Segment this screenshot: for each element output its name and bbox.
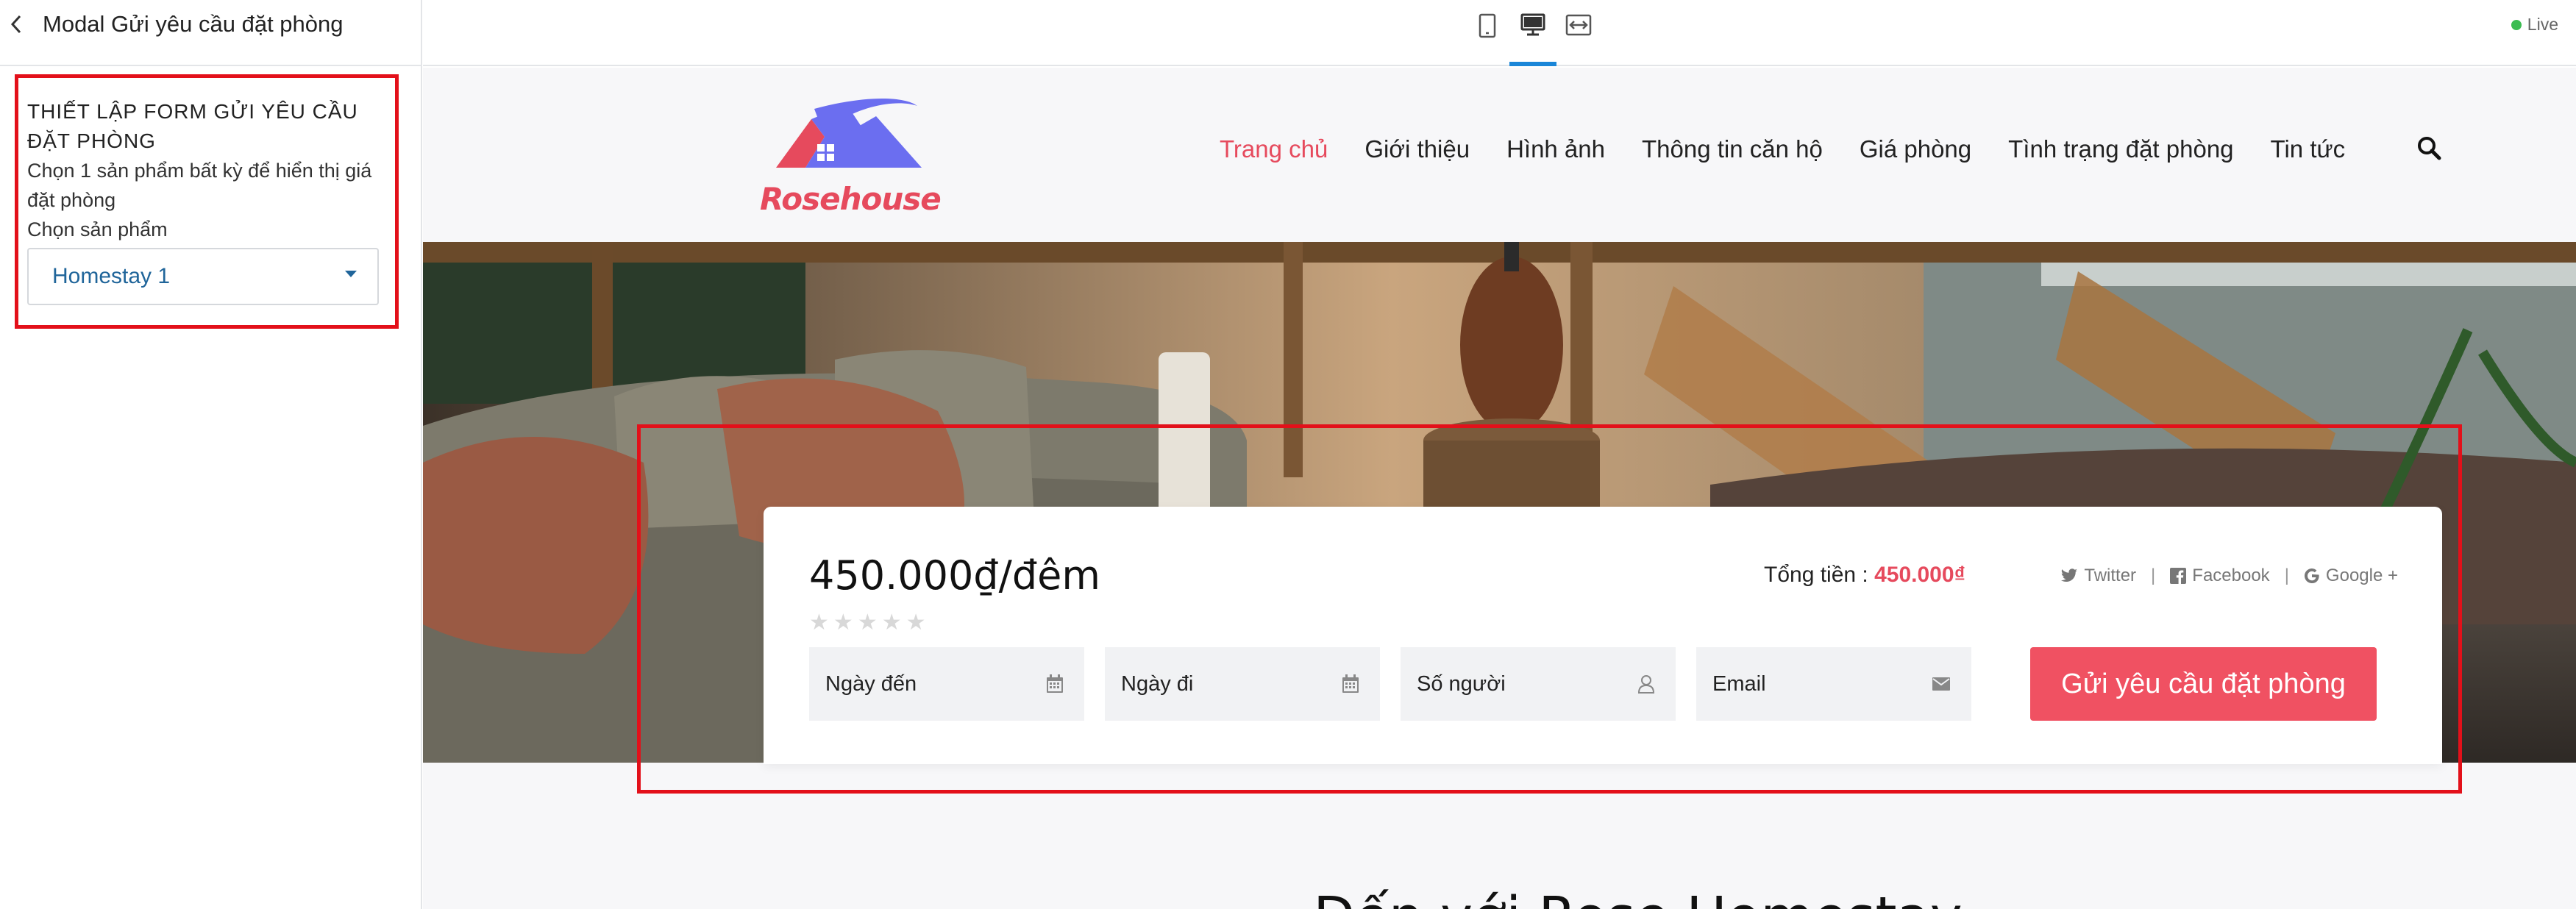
- house-logo-icon: [776, 98, 922, 168]
- social-share: Twitter | Facebook | Google +: [2060, 566, 2398, 586]
- fullwidth-view-button[interactable]: [1555, 0, 1602, 66]
- logo-text: Rosehouse: [760, 181, 942, 217]
- star-icon: ★: [809, 610, 829, 635]
- product-select-value: Homestay 1: [52, 264, 171, 288]
- checkout-date-field[interactable]: Ngày đi: [1105, 647, 1380, 721]
- facebook-icon: [2170, 568, 2187, 584]
- nav-item-pricing[interactable]: Giá phòng: [1860, 135, 1971, 163]
- booking-form-settings: THIẾT LẬP FORM GỬI YÊU CẦU ĐẶT PHÒNG Chọ…: [15, 74, 399, 329]
- site-preview: Rosehouse Trang chủ Giới thiệu Hình ảnh …: [423, 68, 2576, 909]
- desktop-icon: [1520, 13, 1545, 36]
- separator: |: [2284, 566, 2289, 585]
- checkout-label: Ngày đi: [1121, 671, 1194, 696]
- total-value: 450.000₫: [1874, 563, 1965, 587]
- nav-item-news[interactable]: Tin tức: [2271, 135, 2346, 163]
- checkin-label: Ngày đến: [825, 671, 917, 696]
- back-button[interactable]: [1, 10, 31, 39]
- calendar-icon: [1047, 674, 1063, 693]
- facebook-label: Facebook: [2192, 566, 2270, 585]
- select-product-label: Chọn sản phẩm: [27, 218, 168, 240]
- google-icon: [2304, 568, 2319, 583]
- mobile-icon: [1479, 13, 1496, 38]
- editor-panel: Modal Gửi yêu cầu đặt phòng THIẾT LẬP FO…: [0, 0, 422, 909]
- booking-form: 450.000₫/đêm ★ ★ ★ ★ ★ Tổng tiền : 450.0…: [764, 507, 2442, 764]
- fullwidth-icon: [1565, 14, 1592, 36]
- nav-item-home[interactable]: Trang chủ: [1220, 135, 1328, 163]
- live-dot-icon: [2511, 19, 2522, 30]
- panel-title: Modal Gửi yêu cầu đặt phòng: [43, 11, 344, 37]
- email-field[interactable]: Email: [1696, 647, 1971, 721]
- share-facebook[interactable]: Facebook: [2170, 566, 2270, 586]
- email-label: Email: [1712, 671, 1766, 696]
- submit-booking-button[interactable]: Gửi yêu cầu đặt phòng: [2030, 647, 2377, 721]
- caret-down-icon: [345, 270, 357, 277]
- share-twitter[interactable]: Twitter: [2060, 566, 2136, 586]
- nav-item-availability[interactable]: Tình trạng đặt phòng: [2008, 135, 2233, 163]
- star-icon: ★: [857, 610, 878, 635]
- settings-heading: THIẾT LẬP FORM GỬI YÊU CẦU ĐẶT PHÒNG: [27, 100, 358, 152]
- section-title: Đến với Rose Homestay: [1313, 885, 1963, 909]
- chevron-left-icon: [10, 15, 21, 34]
- checkin-date-field[interactable]: Ngày đến: [809, 647, 1084, 721]
- envelope-icon: [1932, 677, 1950, 691]
- guests-field[interactable]: Số người: [1401, 647, 1676, 721]
- site-header: Rosehouse Trang chủ Giới thiệu Hình ảnh …: [423, 68, 2576, 242]
- twitter-label: Twitter: [2084, 566, 2137, 585]
- main-nav: Trang chủ Giới thiệu Hình ảnh Thông tin …: [1220, 135, 2382, 163]
- panel-header: Modal Gửi yêu cầu đặt phòng: [0, 0, 421, 66]
- mobile-view-button[interactable]: [1464, 0, 1511, 66]
- preview-toolbar: Live: [423, 0, 2576, 66]
- rating-stars: ★ ★ ★ ★ ★: [809, 610, 926, 635]
- site-logo[interactable]: Rosehouse: [760, 88, 942, 221]
- total-label: Tổng tiền :: [1764, 563, 1868, 587]
- guests-label: Số người: [1417, 671, 1506, 696]
- twitter-icon: [2061, 568, 2078, 582]
- nightly-price: 450.000₫/đêm: [809, 552, 1100, 599]
- star-icon: ★: [905, 610, 926, 635]
- star-icon: ★: [881, 610, 902, 635]
- nav-item-apartment-info[interactable]: Thông tin căn hộ: [1642, 135, 1823, 163]
- calendar-icon: [1342, 674, 1359, 693]
- live-label: Live: [2527, 15, 2558, 34]
- settings-help-text: Chọn 1 sản phẩm bất kỳ để hiển thị giá đ…: [27, 160, 372, 211]
- search-icon[interactable]: [2416, 135, 2443, 162]
- live-status: Live: [2511, 15, 2558, 35]
- star-icon: ★: [833, 610, 853, 635]
- separator: |: [2151, 566, 2156, 585]
- nav-item-gallery[interactable]: Hình ảnh: [1506, 135, 1605, 163]
- nav-item-about[interactable]: Giới thiệu: [1365, 135, 1470, 163]
- desktop-view-button[interactable]: [1509, 0, 1556, 66]
- google-label: Google +: [2325, 566, 2398, 585]
- share-google[interactable]: Google +: [2304, 566, 2398, 586]
- user-icon: [1637, 675, 1655, 694]
- product-select[interactable]: Homestay 1: [27, 248, 379, 305]
- total-price: Tổng tiền : 450.000₫: [1764, 563, 1965, 588]
